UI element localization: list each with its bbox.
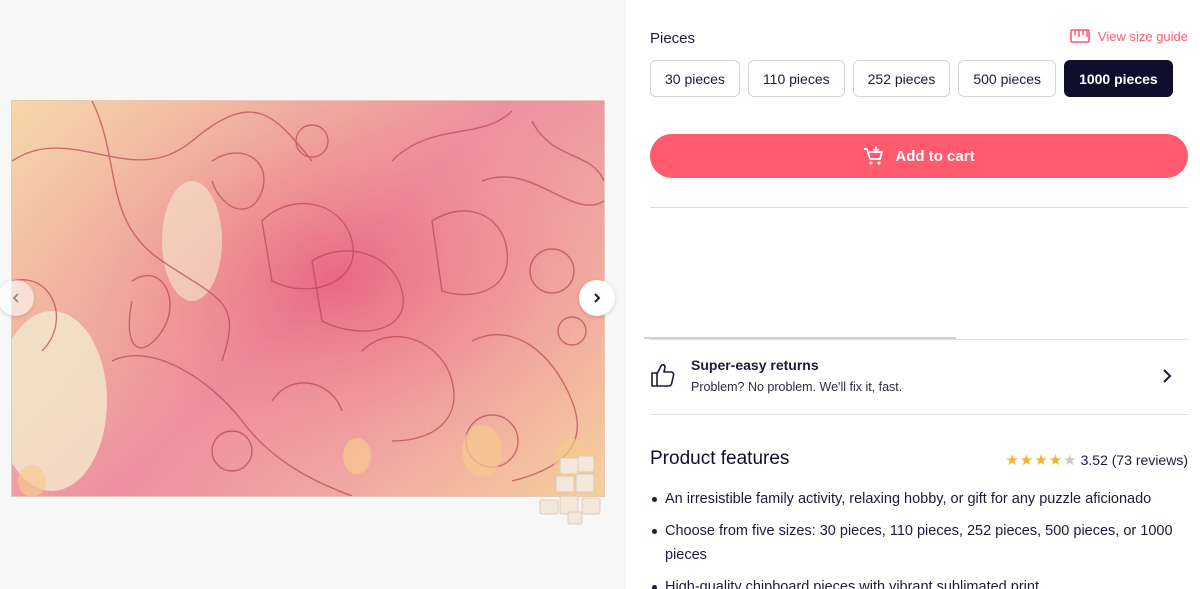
product-gallery bbox=[0, 0, 626, 589]
cart-plus-icon bbox=[864, 146, 884, 165]
divider bbox=[650, 207, 1188, 208]
loose-puzzle-pieces bbox=[539, 455, 601, 525]
size-guide-label: View size guide bbox=[1097, 28, 1188, 44]
returns-subtitle: Problem? No problem. We'll fix it, fast. bbox=[691, 380, 903, 394]
product-page: Pieces View size guide 30 pieces 110 pie… bbox=[0, 0, 1200, 589]
size-option-500[interactable]: 500 pieces bbox=[958, 60, 1057, 97]
star-icon: ★ bbox=[1005, 452, 1019, 469]
product-features-title: Product features bbox=[650, 448, 790, 469]
star-icon: ★ bbox=[1048, 452, 1063, 469]
feature-item: An irresistible family activity, relaxin… bbox=[652, 487, 1185, 511]
divider bbox=[650, 339, 1188, 340]
size-option-252[interactable]: 252 pieces bbox=[852, 60, 951, 97]
size-options: 30 pieces 110 pieces 252 pieces 500 piec… bbox=[650, 60, 1173, 97]
returns-title: Super-easy returns bbox=[691, 357, 819, 373]
add-to-cart-label: Add to cart bbox=[895, 147, 975, 165]
star-rating: ★ ★ ★ ★ ★ bbox=[1005, 451, 1076, 469]
thumbs-up-icon bbox=[651, 363, 675, 387]
size-guide-link[interactable]: View size guide bbox=[1070, 28, 1188, 44]
feature-list: An irresistible family activity, relaxin… bbox=[652, 487, 1185, 589]
feature-item: High-quality chipboard pieces with vibra… bbox=[652, 575, 1185, 589]
chevron-right-icon bbox=[1163, 369, 1172, 383]
rating-summary[interactable]: ★ ★ ★ ★ ★ 3.52 (73 reviews) bbox=[1005, 451, 1188, 469]
divider bbox=[650, 414, 1188, 415]
star-icon: ★ bbox=[1034, 452, 1048, 469]
artwork-illustration bbox=[12, 101, 604, 496]
size-option-30[interactable]: 30 pieces bbox=[650, 60, 740, 97]
star-empty-icon: ★ bbox=[1063, 452, 1077, 469]
size-option-110[interactable]: 110 pieces bbox=[747, 60, 845, 97]
gallery-next-button[interactable] bbox=[579, 280, 615, 316]
add-to-cart-button[interactable]: Add to cart bbox=[650, 134, 1188, 178]
returns-info-row[interactable]: Super-easy returns Problem? No problem. … bbox=[650, 352, 1188, 402]
star-icon: ★ bbox=[1019, 452, 1034, 469]
product-options-panel: Pieces View size guide 30 pieces 110 pie… bbox=[644, 0, 1188, 589]
feature-item: Choose from five sizes: 30 pieces, 110 p… bbox=[652, 519, 1185, 567]
rating-text: 3.52 (73 reviews) bbox=[1080, 452, 1188, 468]
puzzle-artwork-image bbox=[12, 101, 604, 496]
size-option-1000[interactable]: 1000 pieces bbox=[1064, 60, 1173, 97]
chevron-right-icon bbox=[594, 293, 601, 303]
pieces-label: Pieces bbox=[650, 30, 696, 47]
ruler-icon bbox=[1070, 29, 1090, 43]
chevron-left-icon bbox=[12, 293, 19, 303]
